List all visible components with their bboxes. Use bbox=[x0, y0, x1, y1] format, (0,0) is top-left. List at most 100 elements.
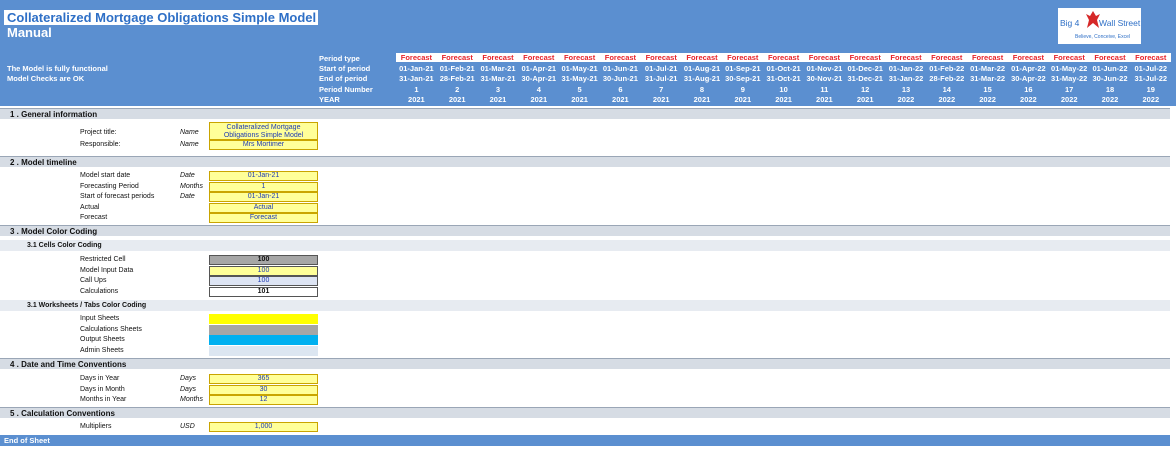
period-end-cell: 30-Apr-22 bbox=[1011, 74, 1046, 83]
color-code-cell[interactable]: 100 bbox=[209, 265, 318, 276]
row-label: Forecast bbox=[80, 214, 108, 221]
period-start-cell: 01-Feb-21 bbox=[439, 64, 475, 73]
row-input[interactable]: Actual bbox=[209, 202, 318, 213]
period-end-cell: 31-May-21 bbox=[561, 74, 598, 83]
period-end-cell: 28-Feb-22 bbox=[929, 74, 965, 83]
row-input[interactable]: 1 bbox=[209, 181, 318, 192]
responsible-unit: Name bbox=[180, 141, 199, 148]
end-of-sheet: End of Sheet bbox=[0, 435, 1170, 446]
row-input[interactable]: 01-Jan-21 bbox=[209, 192, 318, 202]
period-start-cell: 01-Jun-22 bbox=[1092, 64, 1128, 73]
row-label: Forecasting Period bbox=[80, 182, 139, 190]
period-end-cell: 31-Jul-21 bbox=[644, 74, 678, 83]
row-label: Multipliers bbox=[80, 423, 112, 430]
period-type-cell: Forecast bbox=[640, 53, 682, 62]
logo-text-right: Wall Street bbox=[1099, 18, 1141, 28]
project-title-unit: Name bbox=[180, 129, 199, 136]
color-code-cell[interactable]: 100 bbox=[209, 276, 318, 286]
period-start-cell: 01-Nov-21 bbox=[806, 64, 843, 73]
sheet-name: Manual bbox=[7, 25, 52, 40]
period-start-cell: 01-Jul-21 bbox=[644, 64, 678, 73]
sheet-color-label: Admin Sheets bbox=[80, 346, 124, 354]
period-start-cell: 01-Aug-21 bbox=[683, 64, 721, 73]
period-year-cell: 2022 bbox=[1020, 95, 1037, 104]
period-number-cell: 12 bbox=[861, 85, 870, 94]
row-input[interactable]: 30 bbox=[209, 384, 318, 395]
period-number-cell: 10 bbox=[779, 85, 788, 94]
row-unit: Months bbox=[180, 182, 203, 190]
period-number-cell: 4 bbox=[536, 85, 541, 94]
period-number-cell: 17 bbox=[1065, 85, 1074, 94]
period-end-cell: 30-Apr-21 bbox=[521, 74, 557, 83]
period-start-cell: 01-Jan-21 bbox=[399, 64, 434, 73]
row-input[interactable]: 365 bbox=[209, 374, 318, 384]
row-label: Days in Year bbox=[80, 375, 120, 382]
period-end-cell: 31-Mar-22 bbox=[970, 74, 1006, 83]
period-type-cell: Forecast bbox=[518, 53, 560, 62]
row-unit: Days bbox=[180, 375, 196, 382]
status-functional: The Model is fully functional bbox=[7, 64, 108, 73]
period-number-cell: 11 bbox=[820, 85, 829, 94]
period-year-cell: 2022 bbox=[979, 95, 996, 104]
period-start-cell: 01-Mar-22 bbox=[970, 64, 1006, 73]
period-start-cell: 01-Sep-21 bbox=[725, 64, 761, 73]
row-unit: Date bbox=[180, 193, 195, 200]
period-year-cell: 2021 bbox=[652, 95, 670, 104]
row-input[interactable]: Forecast bbox=[209, 213, 318, 223]
period-start-cell: 01-Jan-22 bbox=[888, 64, 924, 73]
period-year-cell: 2022 bbox=[1142, 95, 1160, 104]
subsection-cells-color-coding: 3.1 Cells Color Coding bbox=[0, 240, 1170, 251]
model-title: Collateralized Mortgage Obligations Simp… bbox=[4, 10, 318, 25]
period-year-cell: 2021 bbox=[571, 95, 588, 104]
period-end-cell: 31-Mar-21 bbox=[480, 74, 516, 83]
period-type-cell: Forecast bbox=[396, 53, 437, 62]
color-code-cell[interactable]: 101 bbox=[209, 286, 318, 297]
row-unit: Months bbox=[180, 396, 203, 403]
period-type-cell: Forecast bbox=[681, 53, 723, 62]
period-year-cell: 2021 bbox=[448, 95, 466, 104]
period-start-cell: 01-Apr-21 bbox=[521, 64, 557, 73]
status-checks: Model Checks are OK bbox=[7, 74, 85, 83]
color-code-label: Call Ups bbox=[80, 277, 107, 284]
sheet-color-label: Calculations Sheets bbox=[80, 325, 142, 333]
period-end-cell: 31-Oct-21 bbox=[766, 74, 801, 83]
period-type-cell: Forecast bbox=[763, 53, 804, 62]
period-end-cell: 28-Feb-21 bbox=[439, 74, 475, 83]
period-start-cell: 01-Mar-21 bbox=[480, 64, 516, 73]
period-type-cell: Forecast bbox=[844, 53, 886, 62]
row-label: Months in Year bbox=[80, 396, 127, 403]
period-year-cell: 2021 bbox=[612, 95, 629, 104]
period-number-cell: 18 bbox=[1105, 85, 1115, 94]
project-title-input[interactable]: Collateralized Mortgage Obligations Simp… bbox=[209, 122, 318, 140]
period-end-cell: 31-Jul-22 bbox=[1134, 74, 1168, 83]
row-input[interactable]: 1,000 bbox=[209, 422, 318, 432]
row-label: Model start date bbox=[80, 172, 131, 179]
project-title-label: Project title: bbox=[80, 129, 117, 136]
period-year-cell: 2021 bbox=[489, 95, 507, 104]
period-end-cell: 31-Aug-21 bbox=[683, 74, 721, 83]
section-date-time-conventions: 4 . Date and Time Conventions bbox=[0, 358, 1170, 369]
period-number-cell: 1 bbox=[414, 85, 419, 94]
row-label: Start of forecast periods bbox=[80, 193, 155, 200]
logo-text-left: Big 4 bbox=[1060, 18, 1080, 28]
period-type-cell: Forecast bbox=[559, 53, 600, 62]
row-label-period-number: Period Number bbox=[319, 85, 373, 94]
period-start-cell: 01-Jul-22 bbox=[1134, 64, 1168, 73]
sheet-color-label: Input Sheets bbox=[80, 315, 120, 322]
period-end-cell: 30-Sep-21 bbox=[725, 74, 761, 83]
period-number-cell: 5 bbox=[577, 85, 582, 94]
period-number-cell: 9 bbox=[740, 85, 745, 94]
color-code-cell[interactable]: 100 bbox=[209, 255, 318, 265]
period-number-cell: 15 bbox=[983, 85, 992, 94]
responsible-input[interactable]: Mrs Mortimer bbox=[209, 140, 318, 150]
row-input[interactable]: 01-Jan-21 bbox=[209, 171, 318, 181]
period-number-cell: 7 bbox=[659, 85, 664, 94]
period-start-cell: 01-Jun-21 bbox=[602, 64, 638, 73]
row-label-end-of-period: End of period bbox=[319, 74, 368, 83]
period-year-cell: 2021 bbox=[734, 95, 752, 104]
period-number-cell: 13 bbox=[901, 85, 911, 94]
period-type-cell: Forecast bbox=[1048, 53, 1090, 62]
row-input[interactable]: 12 bbox=[209, 395, 318, 405]
row-unit: Date bbox=[180, 172, 195, 179]
period-year-cell: 2022 bbox=[938, 95, 956, 104]
